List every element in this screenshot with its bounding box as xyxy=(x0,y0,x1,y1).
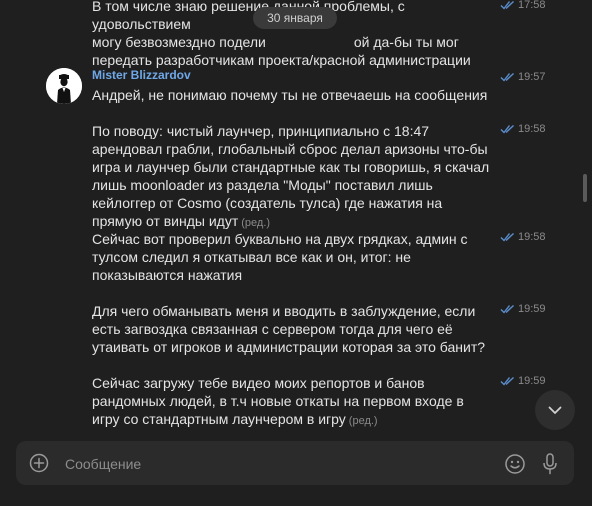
message-text: Сейчас загружу тебе видео моих репортов … xyxy=(92,375,464,427)
message-text: По поводу: чистый лаунчер, принципиально… xyxy=(92,123,490,229)
double-check-icon xyxy=(500,124,514,134)
message-text: Сейчас вот проверил буквально на двух гр… xyxy=(92,231,468,283)
message-time: 19:58 xyxy=(500,230,546,244)
message-author[interactable]: Mister Blizzardov xyxy=(92,68,191,82)
message-time: 19:59 xyxy=(500,374,546,388)
date-separator: 30 января xyxy=(253,7,337,29)
microphone-icon[interactable] xyxy=(542,453,558,475)
message-composer xyxy=(16,441,574,485)
avatar-silhouette-icon xyxy=(46,68,82,104)
double-check-icon xyxy=(500,376,514,386)
message-input[interactable] xyxy=(63,451,487,477)
edited-label: (ред.) xyxy=(348,415,378,427)
smiley-icon[interactable] xyxy=(504,453,526,475)
message-time: 19:59 xyxy=(500,302,546,316)
message-text: Андрей, не понимаю почему ты не отвечаеш… xyxy=(92,87,488,103)
scroll-down-button[interactable] xyxy=(535,390,575,430)
chevron-down-icon xyxy=(548,406,562,414)
avatar[interactable] xyxy=(46,68,82,104)
double-check-icon xyxy=(500,304,514,314)
chat-window: В том числе знаю решение данной проблемы… xyxy=(0,0,592,506)
message-time: 19:57 xyxy=(500,70,546,84)
message-text: Для чего обманывать меня и вводить в заб… xyxy=(92,303,486,355)
scrollbar-thumb[interactable] xyxy=(583,174,587,202)
edited-label: (ред.) xyxy=(241,217,271,229)
double-check-icon xyxy=(500,0,514,10)
message-time: 19:58 xyxy=(500,122,546,136)
double-check-icon xyxy=(500,232,514,242)
message-history[interactable]: В том числе знаю решение данной проблемы… xyxy=(0,0,580,436)
plus-circle-icon[interactable] xyxy=(29,453,49,473)
double-check-icon xyxy=(500,72,514,82)
message-time: 17:58 xyxy=(500,0,546,12)
